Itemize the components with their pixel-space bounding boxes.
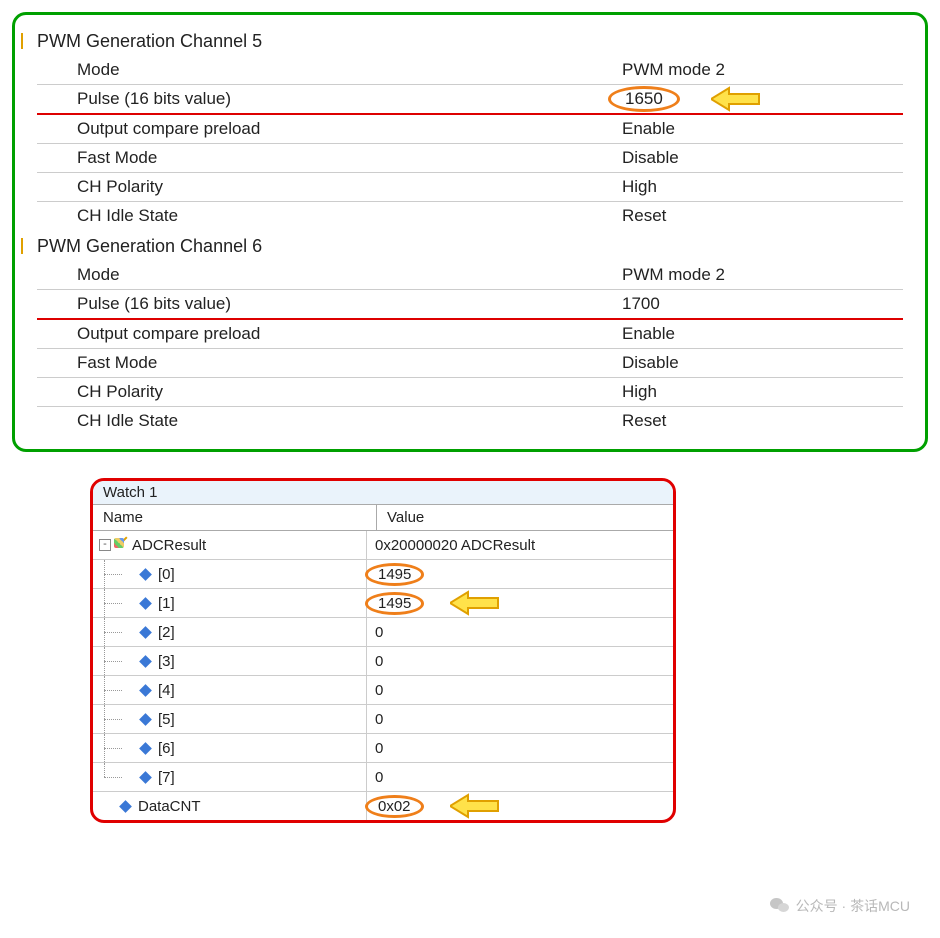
watch-var-value: 0x20000020 ADCResult <box>367 531 673 559</box>
arrow-left-icon <box>450 793 500 819</box>
watch-row[interactable]: [4] 0 <box>93 676 673 705</box>
watch-var-name: [1] <box>158 595 175 612</box>
watch-var-name: DataCNT <box>138 798 201 815</box>
watermark-text: 公众号 · 茶话MCU <box>796 896 910 916</box>
diamond-icon <box>139 742 152 755</box>
watch-var-name: [7] <box>158 769 175 786</box>
struct-icon <box>114 538 128 552</box>
col-header-name[interactable]: Name <box>93 505 377 530</box>
diamond-icon <box>139 684 152 697</box>
watch-var-value: 0 <box>367 618 673 646</box>
cfg-label: CH Idle State <box>37 206 622 226</box>
cfg-label: Output compare preload <box>37 324 622 344</box>
cfg-row[interactable]: Mode PWM mode 2 <box>37 261 903 290</box>
cfg-value[interactable]: Disable <box>622 148 679 168</box>
cfg-row[interactable]: Fast Mode Disable <box>37 349 903 378</box>
cfg-row[interactable]: CH Polarity High <box>37 173 903 202</box>
cfg-value[interactable]: PWM mode 2 <box>622 265 725 285</box>
cfg-row-pulse[interactable]: Pulse (16 bits value) 1700 <box>37 290 903 320</box>
cfg-value[interactable]: Reset <box>622 411 666 431</box>
watch-row[interactable]: [3] 0 <box>93 647 673 676</box>
cfg-row[interactable]: Output compare preload Enable <box>37 115 903 144</box>
watch-var-value: 0 <box>367 705 673 733</box>
cfg-row[interactable]: Output compare preload Enable <box>37 320 903 349</box>
watch-row[interactable]: [6] 0 <box>93 734 673 763</box>
cfg-label: Mode <box>37 265 622 285</box>
cfg-label: Output compare preload <box>37 119 622 139</box>
cfg-value[interactable]: High <box>622 177 657 197</box>
cfg-row[interactable]: CH Idle State Reset <box>37 202 903 230</box>
watch-window: Watch 1 Name Value - ADCResult 0x2000002… <box>90 478 676 823</box>
cfg-label: CH Idle State <box>37 411 622 431</box>
diamond-icon <box>139 771 152 784</box>
watch-var-name: [4] <box>158 682 175 699</box>
diamond-icon <box>139 568 152 581</box>
cfg-row[interactable]: Fast Mode Disable <box>37 144 903 173</box>
section-header-ch5: PWM Generation Channel 5 <box>25 31 903 52</box>
expand-toggle-icon[interactable]: - <box>99 539 111 551</box>
watch-var-name: [5] <box>158 711 175 728</box>
watch-var-name: [0] <box>158 566 175 583</box>
arrow-left-icon <box>450 590 500 616</box>
watch-var-value: 0 <box>367 676 673 704</box>
watermark: 公众号 · 茶话MCU <box>770 896 910 916</box>
diamond-icon <box>119 800 132 813</box>
cfg-value[interactable]: Enable <box>622 324 675 344</box>
cfg-row-pulse[interactable]: Pulse (16 bits value) 1650 <box>37 85 903 115</box>
wechat-icon <box>770 896 790 916</box>
cfg-row[interactable]: CH Idle State Reset <box>37 407 903 435</box>
watch-var-value: 0 <box>367 734 673 762</box>
watch-var-name: [6] <box>158 740 175 757</box>
watch-row[interactable]: [1] 1495 <box>93 589 673 618</box>
watch-row[interactable]: [5] 0 <box>93 705 673 734</box>
cfg-row[interactable]: Mode PWM mode 2 <box>37 56 903 85</box>
watch-row-root[interactable]: - ADCResult 0x20000020 ADCResult <box>93 531 673 560</box>
diamond-icon <box>139 626 152 639</box>
watch-header: Name Value <box>93 505 673 531</box>
watch-var-value: 0 <box>367 763 673 791</box>
cfg-label: Mode <box>37 60 622 80</box>
cfg-label: CH Polarity <box>37 177 622 197</box>
highlight-circle: 1650 <box>608 86 680 112</box>
watch-var-value: 0 <box>367 647 673 675</box>
cfg-row[interactable]: CH Polarity High <box>37 378 903 407</box>
watch-row[interactable]: [0] 1495 <box>93 560 673 589</box>
watch-var-name: [2] <box>158 624 175 641</box>
section-header-ch6: PWM Generation Channel 6 <box>25 236 903 257</box>
highlight-circle: 1495 <box>365 563 424 586</box>
cfg-value[interactable]: Enable <box>622 119 675 139</box>
pwm-config-panel: PWM Generation Channel 5 Mode PWM mode 2… <box>12 12 928 452</box>
highlight-circle: 0x02 <box>365 795 424 818</box>
watch-row-datacnt[interactable]: DataCNT 0x02 <box>93 792 673 820</box>
cfg-value[interactable]: 1650 <box>622 86 761 113</box>
cfg-label: Pulse (16 bits value) <box>37 89 622 109</box>
cfg-value[interactable]: Reset <box>622 206 666 226</box>
cfg-label: Pulse (16 bits value) <box>37 294 622 314</box>
watch-var-name: [3] <box>158 653 175 670</box>
arrow-left-icon <box>711 86 761 112</box>
col-header-value[interactable]: Value <box>377 505 673 530</box>
diamond-icon <box>139 713 152 726</box>
watch-row[interactable]: [7] 0 <box>93 763 673 792</box>
cfg-label: CH Polarity <box>37 382 622 402</box>
watch-var-name: ADCResult <box>132 537 206 554</box>
cfg-value[interactable]: Disable <box>622 353 679 373</box>
cfg-value[interactable]: 1700 <box>622 294 660 314</box>
diamond-icon <box>139 655 152 668</box>
watch-row[interactable]: [2] 0 <box>93 618 673 647</box>
highlight-circle: 1495 <box>365 592 424 615</box>
cfg-value[interactable]: High <box>622 382 657 402</box>
diamond-icon <box>139 597 152 610</box>
cfg-label: Fast Mode <box>37 148 622 168</box>
watch-title: Watch 1 <box>93 481 673 505</box>
cfg-value[interactable]: PWM mode 2 <box>622 60 725 80</box>
cfg-label: Fast Mode <box>37 353 622 373</box>
